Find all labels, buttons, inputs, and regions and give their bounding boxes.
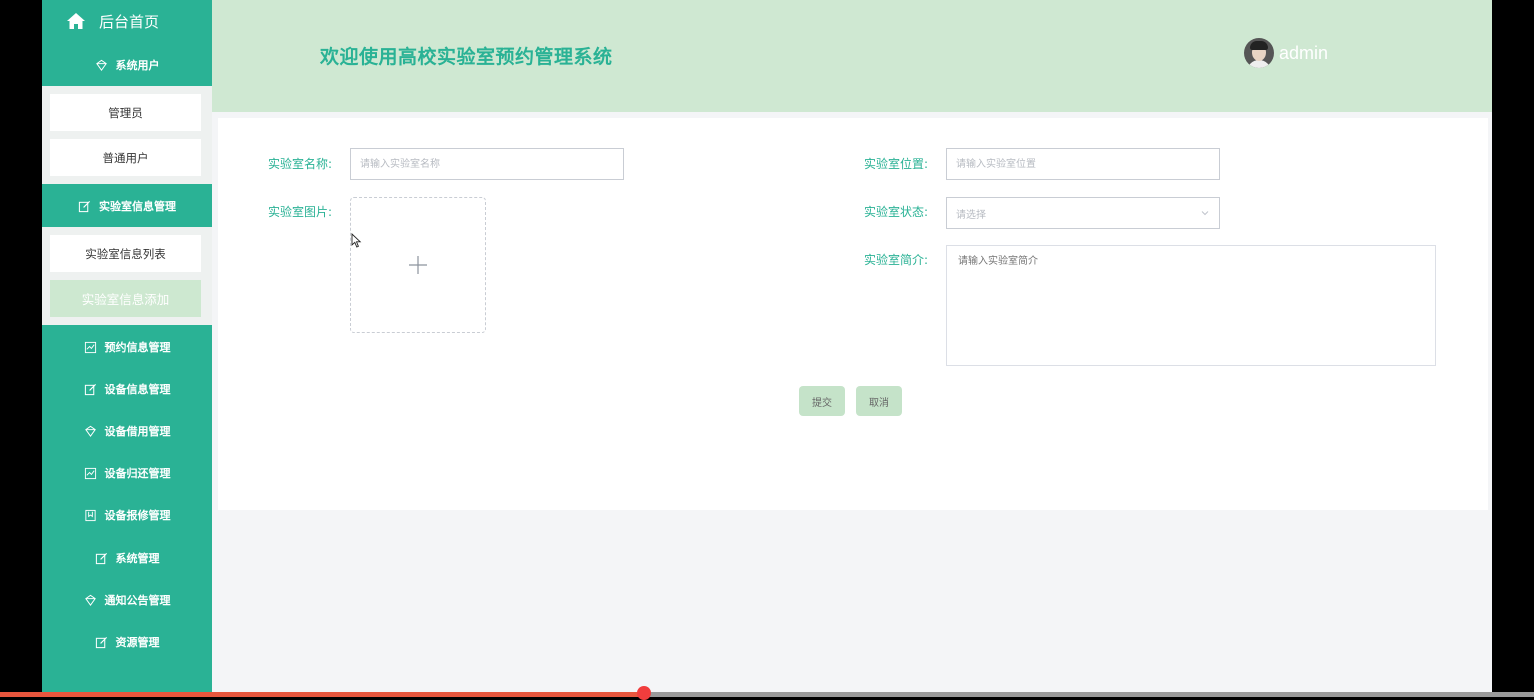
submit-button[interactable]: 提交 [799, 386, 845, 416]
home-icon [67, 13, 85, 29]
menu-label: 设备报修管理 [104, 509, 171, 522]
video-progress-bar[interactable] [0, 686, 1534, 700]
menu-label: 资源管理 [115, 636, 160, 649]
submenu-system-users: 管理员 普通用户 [42, 86, 212, 184]
menu-system-users[interactable]: 系统用户 [42, 44, 212, 86]
submenu-lab-info: 实验室信息列表 实验室信息添加 [42, 227, 212, 325]
sidebar-item-lab-list[interactable]: 实验室信息列表 [50, 235, 201, 272]
intro-label: 实验室简介: [864, 253, 929, 267]
menu-label: 预约信息管理 [104, 341, 171, 354]
lab-intro-textarea[interactable] [946, 245, 1436, 366]
edit-icon [78, 200, 91, 213]
bookmark-icon [84, 509, 97, 522]
user-menu[interactable]: admin [1244, 38, 1328, 68]
image-label: 实验室图片: [268, 205, 333, 219]
lab-location-input[interactable] [946, 148, 1220, 180]
menu-label: 设备归还管理 [104, 467, 171, 480]
username: admin [1279, 42, 1329, 63]
diamond-icon [95, 59, 108, 72]
menu-label: 系统用户 [115, 59, 160, 72]
lab-name-input[interactable] [350, 148, 624, 180]
sidebar-item-lab-add[interactable]: 实验室信息添加 [50, 280, 201, 317]
status-label: 实验室状态: [864, 205, 929, 219]
menu-notices[interactable]: 通知公告管理 [42, 579, 212, 621]
mouse-cursor-icon [351, 233, 362, 248]
diamond-icon [84, 425, 97, 438]
chevron-down-icon [1201, 211, 1209, 216]
diamond-icon [84, 594, 97, 607]
edit-icon [95, 636, 108, 649]
menu-label: 设备借用管理 [104, 425, 171, 438]
menu-lab-info[interactable]: 实验室信息管理 [42, 185, 212, 227]
plus-icon [409, 256, 427, 274]
app-frame: 后台首页 系统用户 管理员 普通用户 实验室信息管理 实验室信息列表 实验室信息… [42, 0, 1492, 693]
menu-equipment-repair[interactable]: 设备报修管理 [42, 494, 212, 536]
menu-reservations[interactable]: 预约信息管理 [42, 326, 212, 368]
progress-fill [0, 692, 645, 697]
sidebar: 后台首页 系统用户 管理员 普通用户 实验室信息管理 实验室信息列表 实验室信息… [42, 0, 212, 693]
page-title: 欢迎使用高校实验室预约管理系统 [320, 46, 613, 68]
menu-resources[interactable]: 资源管理 [42, 621, 212, 663]
chart-icon [84, 467, 97, 480]
name-label: 实验室名称: [268, 157, 333, 171]
edit-icon [84, 383, 97, 396]
home-link[interactable]: 后台首页 [42, 0, 212, 42]
location-label: 实验室位置: [864, 157, 929, 171]
form-card: 实验室名称: 实验室位置: 实验室图片: 实验室状态: 请选择 实验室简介: 提… [218, 118, 1488, 510]
sidebar-item-admins[interactable]: 管理员 [50, 94, 201, 131]
menu-system-admin[interactable]: 系统管理 [42, 537, 212, 579]
chart-icon [84, 341, 97, 354]
avatar [1244, 38, 1274, 68]
image-upload[interactable] [350, 197, 486, 333]
lab-status-select[interactable]: 请选择 [946, 197, 1220, 229]
menu-equipment-borrow[interactable]: 设备借用管理 [42, 410, 212, 452]
menu-label: 通知公告管理 [104, 594, 171, 607]
menu-label: 设备信息管理 [104, 383, 171, 396]
menu-label: 实验室信息管理 [99, 200, 176, 213]
menu-equipment-return[interactable]: 设备归还管理 [42, 452, 212, 494]
header: 欢迎使用高校实验室预约管理系统 admin [212, 0, 1492, 112]
sidebar-item-users[interactable]: 普通用户 [50, 139, 201, 176]
home-label: 后台首页 [99, 12, 160, 31]
status-select-placeholder: 请选择 [956, 209, 986, 221]
menu-equipment-info[interactable]: 设备信息管理 [42, 368, 212, 410]
edit-icon [95, 552, 108, 565]
menu-label: 系统管理 [115, 552, 160, 565]
progress-handle[interactable] [637, 686, 652, 700]
cancel-button[interactable]: 取消 [856, 386, 902, 416]
